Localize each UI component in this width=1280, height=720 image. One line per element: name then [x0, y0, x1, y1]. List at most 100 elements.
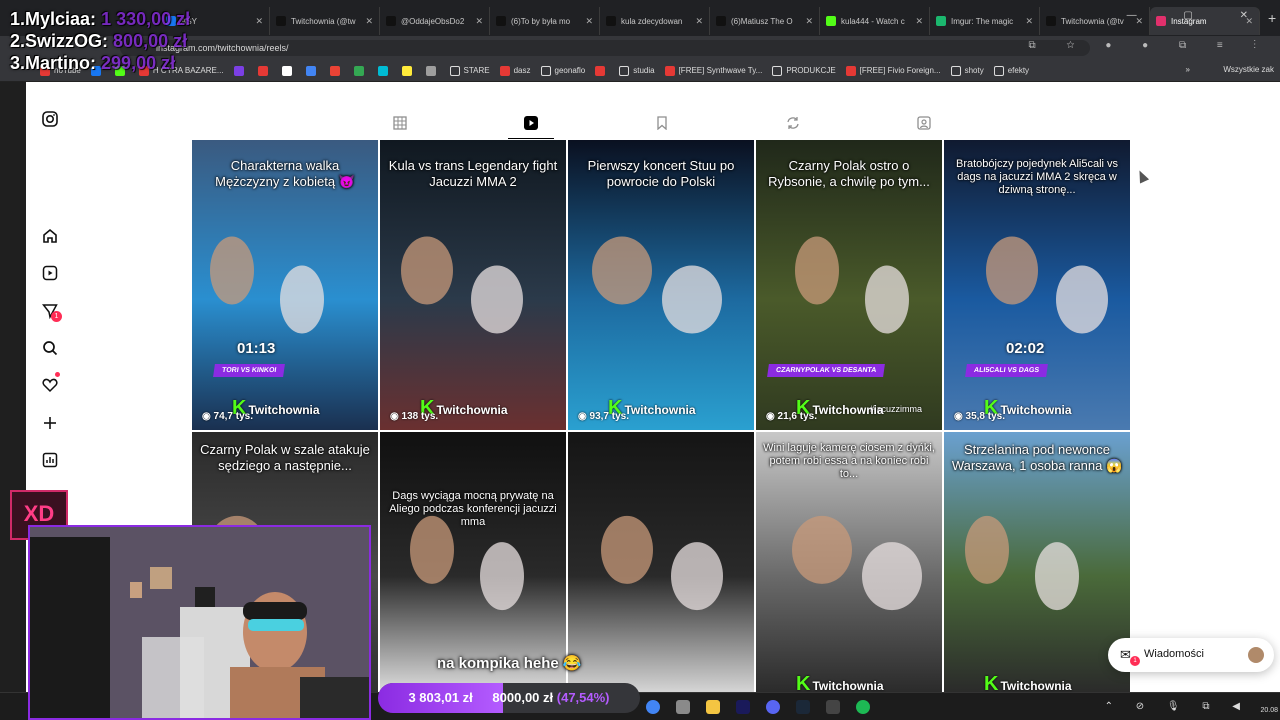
- tab-close-icon[interactable]: ✕: [255, 16, 263, 27]
- create-plus-icon[interactable]: [41, 415, 59, 433]
- tab-posts-grid-icon[interactable]: [390, 115, 410, 135]
- reel-tile[interactable]: [568, 432, 754, 694]
- tab-tagged-icon[interactable]: [914, 115, 934, 135]
- reel-caption: Dags wyciąga mocną prywatę na Aliego pod…: [389, 490, 557, 528]
- bookmark-item[interactable]: dasz: [499, 65, 531, 76]
- browser-tab[interactable]: @OddajeObsDo2 ✕: [380, 7, 490, 35]
- reel-view-count: ◉ 93,7 tys.: [578, 411, 629, 422]
- webcam-overlay: [28, 525, 371, 720]
- home-icon[interactable]: [41, 228, 59, 246]
- views-text: 21,6 tys.: [777, 411, 817, 422]
- bookmark-item[interactable]: [595, 65, 609, 76]
- steam-icon[interactable]: [796, 700, 810, 714]
- tab-saved-bookmark-icon[interactable]: [652, 115, 672, 135]
- bookmark-item[interactable]: [329, 65, 344, 76]
- reel-tile[interactable]: Charakterna walka Mężczyzny z kobietą 😈 0…: [192, 140, 378, 430]
- bookmark-item[interactable]: [FREE] Synthwave Ty...: [664, 65, 762, 76]
- browser-tab[interactable]: (6)Matiusz The O ✕: [710, 7, 820, 35]
- bookmark-item[interactable]: efekty: [993, 65, 1029, 76]
- browser-tab[interactable]: Imgur: The magic ✕: [930, 7, 1040, 35]
- all-bookmarks-link[interactable]: Wszystkie zak: [1223, 65, 1274, 74]
- tab-close-icon[interactable]: ✕: [475, 16, 483, 27]
- tab-title: (6)Matiusz The O: [731, 16, 793, 26]
- bookmark-item[interactable]: [377, 65, 392, 76]
- messages-panel-button[interactable]: ✉ 1 Wiadomości: [1108, 638, 1274, 672]
- discord-icon[interactable]: [766, 700, 780, 714]
- bookmark-item[interactable]: [257, 65, 272, 76]
- donor-amount: 800,00 zł: [113, 31, 188, 51]
- system-tray[interactable]: ⌃ ⊘ 🎙 ⧉ ◀: [1105, 701, 1250, 712]
- reel-view-count: ◉ 35,8 tys.: [954, 411, 1005, 422]
- reels-icon[interactable]: [41, 265, 59, 283]
- url-field[interactable]: instagram.com/twitchownia/reels/: [120, 40, 1090, 56]
- bookmark-item[interactable]: [233, 65, 248, 76]
- notification-dot: [55, 372, 60, 377]
- tab-close-icon[interactable]: ✕: [585, 16, 593, 27]
- bookmark-item[interactable]: STARE: [449, 65, 490, 76]
- bookmarks-more-button[interactable]: »: [1186, 65, 1190, 74]
- browser-tab[interactable]: (6)To by była mo ✕: [490, 7, 600, 35]
- reel-tile[interactable]: Strzelanina pod newonce Warszawa, 1 osob…: [944, 432, 1130, 694]
- eye-icon: ◉: [766, 411, 778, 422]
- bookmark-item[interactable]: [FREE] Fivio Foreign...: [845, 65, 941, 76]
- reel-fight-tag: TORI VS KINKOI: [213, 364, 286, 377]
- bookmark-icon: [499, 65, 510, 76]
- bookmark-icon: [377, 65, 388, 76]
- bookmark-item[interactable]: [425, 65, 440, 76]
- premiere-icon[interactable]: [736, 700, 750, 714]
- tab-close-icon[interactable]: ✕: [365, 16, 373, 27]
- tab-close-icon[interactable]: ✕: [915, 16, 923, 27]
- reel-caption: Kula vs trans Legendary fight Jacuzzi MM…: [388, 158, 558, 189]
- tab-reposts-icon[interactable]: [783, 115, 803, 135]
- bookmark-item[interactable]: geonaflo: [540, 65, 585, 76]
- tab-close-icon[interactable]: ✕: [695, 16, 703, 27]
- profile-tabs: [192, 110, 1132, 140]
- tab-favicon-icon: [1046, 16, 1056, 26]
- tab-favicon-icon: [606, 16, 616, 26]
- extension-icons[interactable]: ⧉ ☆ ● ● ⧉ ≡ ⋮: [1028, 40, 1270, 51]
- bookmark-item[interactable]: [401, 65, 416, 76]
- bookmark-item[interactable]: [353, 65, 368, 76]
- notifications-heart-icon[interactable]: [41, 377, 59, 395]
- kick-logo-icon: K: [796, 673, 811, 694]
- bookmarks-bar: noTube H CYRA BAZARE... STARE dasz geonaflo s…: [0, 60, 1280, 82]
- eye-icon: ◉: [578, 411, 590, 422]
- tab-favicon-icon: [276, 16, 286, 26]
- browser-tab[interactable]: Twitchownia (@tw ✕: [270, 7, 380, 35]
- window-controls[interactable]: — ▢ ✕: [1127, 10, 1270, 21]
- bookmark-label: PRODUKCJE: [786, 66, 836, 75]
- instagram-logo-icon[interactable]: [41, 111, 59, 129]
- tab-close-icon[interactable]: ✕: [805, 16, 813, 27]
- folder-icon[interactable]: [706, 700, 720, 714]
- search-icon[interactable]: [41, 340, 59, 358]
- app-icon[interactable]: [676, 700, 690, 714]
- browser-tab[interactable]: kula zdecydowan ✕: [600, 7, 710, 35]
- bookmark-label: studia: [633, 66, 655, 75]
- watermark-text: Twitchownia: [1000, 679, 1072, 693]
- bookmark-item[interactable]: PRODUKCJE: [772, 65, 836, 76]
- bookmark-item[interactable]: studia: [619, 65, 655, 76]
- browser-tab[interactable]: kula444 - Watch c ✕: [820, 7, 930, 35]
- reel-tile[interactable]: Pierwszy koncert Stuu po powrocie do Pol…: [568, 140, 754, 430]
- tab-close-icon[interactable]: ✕: [1025, 16, 1033, 27]
- messages-panel-label: Wiadomości: [1144, 648, 1204, 660]
- reel-tile[interactable]: Czarny Polak ostro o Rybsonie, a chwilę …: [756, 140, 942, 430]
- bookmark-item[interactable]: [305, 65, 320, 76]
- clock[interactable]: 20.08: [1260, 699, 1278, 715]
- chrome-icon[interactable]: [646, 700, 660, 714]
- spotify-icon[interactable]: [856, 700, 870, 714]
- reel-tile[interactable]: Kula vs trans Legendary fight Jacuzzi MM…: [380, 140, 566, 430]
- reel-tile[interactable]: Wini laguje kamerę ciosem z dyńki, potem…: [756, 432, 942, 694]
- avatar: [1248, 647, 1264, 663]
- bookmark-icon: [993, 65, 1004, 76]
- bookmark-item[interactable]: [281, 65, 296, 76]
- reel-tile[interactable]: Bratobójczy pojedynek Ali5cali vs dags n…: [944, 140, 1130, 430]
- browser-tab-bar: ASY ✕ Twitchownia (@tw ✕ @OddajeObsDo2 ✕ (6)To…: [0, 0, 1280, 36]
- app2-icon[interactable]: [826, 700, 840, 714]
- tab-reels-icon[interactable]: [521, 115, 541, 135]
- bookmark-item[interactable]: shoty: [950, 65, 984, 76]
- bookmark-label: dasz: [513, 66, 531, 75]
- insights-chart-icon[interactable]: [41, 452, 59, 470]
- tab-favicon-icon: [826, 16, 836, 26]
- donor-name: SwizzOG:: [25, 31, 109, 51]
